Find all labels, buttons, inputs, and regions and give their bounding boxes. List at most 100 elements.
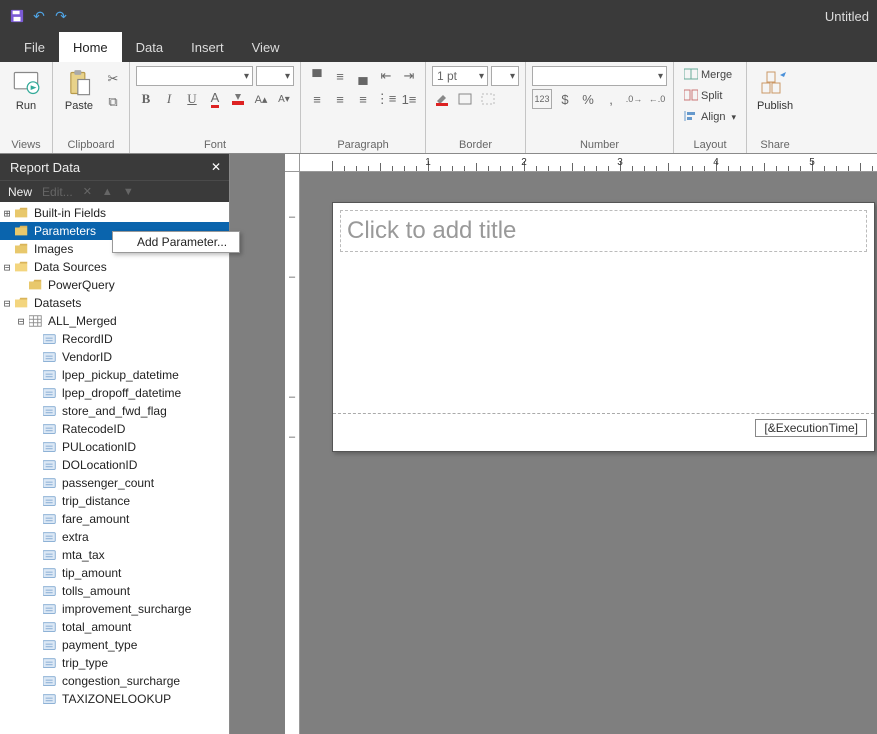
tree-field-recordid[interactable]: RecordID [0, 330, 229, 348]
tree-all-merged-icon [28, 314, 44, 328]
tree-field-pulocationid[interactable]: PULocationID [0, 438, 229, 456]
tree-field-total_amount[interactable]: total_amount [0, 618, 229, 636]
design-canvas[interactable]: 12345 –––– Click to add title [&Executio… [230, 154, 877, 734]
title-textbox[interactable]: Click to add title [340, 210, 867, 252]
tree-field-tolls_amount[interactable]: tolls_amount [0, 582, 229, 600]
tree-label: Data Sources [32, 260, 109, 274]
report-data-tree[interactable]: ⊞Built-in FieldsParametersImages⊟Data So… [0, 202, 229, 734]
tree-field-store_and_fwd_flag[interactable]: store_and_fwd_flag [0, 402, 229, 420]
align-bottom-button[interactable]: ▄ [353, 66, 373, 86]
tree-field-passenger_count[interactable]: passenger_count [0, 474, 229, 492]
tree-field-congestion_surcharge[interactable]: congestion_surcharge [0, 672, 229, 690]
font-family-combo[interactable]: ▾ [136, 66, 253, 86]
undo-icon[interactable]: ↶ [30, 7, 48, 25]
tree-field-ratecodeid[interactable]: RatecodeID [0, 420, 229, 438]
underline-button[interactable]: U [182, 89, 202, 109]
save-icon[interactable] [8, 7, 26, 25]
align-top-button[interactable]: ▀ [307, 66, 327, 86]
tree-builtin-fields-icon [14, 206, 30, 220]
border-width-combo[interactable]: 1 pt▾ [432, 66, 488, 86]
tree-field-tip_amount[interactable]: tip_amount [0, 564, 229, 582]
split-button[interactable]: Split [680, 87, 726, 105]
tree-data-sources[interactable]: ⊟ Data Sources [0, 258, 229, 276]
ribbon: Run Views Paste ✂ ⧉ Clipboard ▾ ▾ [0, 62, 877, 154]
numbering-button[interactable]: 1≡ [399, 89, 419, 109]
panel-new-button[interactable]: New [8, 185, 32, 199]
execution-time-textbox[interactable]: [&ExecutionTime] [755, 419, 867, 437]
fill-color-button[interactable] [228, 89, 248, 109]
border-color-button[interactable] [432, 89, 452, 109]
tree-field-lpep_dropoff_datetime[interactable]: lpep_dropoff_datetime [0, 384, 229, 402]
placeholder-button[interactable]: 123 [532, 89, 552, 109]
indent-button[interactable]: ⇥ [399, 66, 419, 86]
paste-label: Paste [65, 100, 93, 112]
number-format-combo[interactable]: ▾ [532, 66, 667, 86]
tab-insert[interactable]: Insert [177, 32, 238, 62]
tree-label: extra [60, 530, 91, 544]
redo-icon[interactable]: ↷ [52, 7, 70, 25]
align-button[interactable]: Align▾ [680, 108, 740, 126]
percent-button[interactable]: % [578, 89, 598, 109]
tree-toggle[interactable]: ⊟ [0, 298, 14, 309]
tab-file[interactable]: File [10, 32, 59, 62]
bold-button[interactable]: B [136, 89, 156, 109]
tree-field-mta_tax[interactable]: mta_tax [0, 546, 229, 564]
border-preset-button[interactable] [455, 89, 475, 109]
tree-field-vendorid[interactable]: VendorID [0, 348, 229, 366]
tree-field-payment_type[interactable]: payment_type [0, 636, 229, 654]
publish-button[interactable]: Publish [753, 66, 797, 114]
tree-field-fare_amount[interactable]: fare_amount [0, 510, 229, 528]
add-parameter-menuitem[interactable]: Add Parameter... [113, 232, 239, 252]
border-none-button[interactable] [478, 89, 498, 109]
increase-decimal-button[interactable]: .0→ [624, 89, 644, 109]
outdent-button[interactable]: ⇤ [376, 66, 396, 86]
shrink-font-button[interactable]: A▾ [274, 89, 294, 109]
tree-builtin-fields[interactable]: ⊞Built-in Fields [0, 204, 229, 222]
report-footer[interactable]: [&ExecutionTime] [333, 413, 874, 441]
grow-font-button[interactable]: A▴ [251, 89, 271, 109]
tree-field-taxizonelookup[interactable]: TAXIZONELOOKUP [0, 690, 229, 708]
tree-toggle[interactable]: ⊞ [0, 208, 14, 219]
tree-datasets[interactable]: ⊟Datasets [0, 294, 229, 312]
tree-toggle[interactable]: ⊟ [0, 262, 14, 273]
tree-field-lpep_pickup_datetime[interactable]: lpep_pickup_datetime [0, 366, 229, 384]
tree-field-trip_distance[interactable]: trip_distance [0, 492, 229, 510]
run-button[interactable]: Run [6, 66, 46, 114]
align-left-button[interactable]: ≡ [307, 89, 327, 109]
currency-button[interactable]: $ [555, 89, 575, 109]
thousands-button[interactable]: , [601, 89, 621, 109]
tab-home[interactable]: Home [59, 32, 122, 62]
align-middle-button[interactable]: ≡ [330, 66, 350, 86]
merge-button[interactable]: Merge [680, 66, 736, 84]
decrease-decimal-button[interactable]: ←.0 [647, 89, 667, 109]
font-color-button[interactable]: A [205, 89, 225, 109]
tree-field-dolocationid-icon [42, 458, 58, 472]
align-right-button[interactable]: ≡ [353, 89, 373, 109]
report-body[interactable] [340, 255, 867, 413]
title-placeholder: Click to add title [347, 217, 516, 245]
group-number: ▾ 123 $ % , .0→ ←.0 Number [526, 62, 674, 153]
italic-button[interactable]: I [159, 89, 179, 109]
border-style-combo[interactable]: ▾ [491, 66, 519, 86]
report-page[interactable]: Click to add title [&ExecutionTime] [332, 202, 875, 452]
tree-all-merged[interactable]: ⊟ALL_Merged [0, 312, 229, 330]
tree-powerquery[interactable]: PowerQuery [0, 276, 229, 294]
tree-field-extra[interactable]: extra [0, 528, 229, 546]
panel-edit-button: Edit... [42, 185, 73, 199]
tree-toggle[interactable]: ⊟ [14, 316, 28, 327]
panel-close-icon[interactable]: ✕ [211, 160, 221, 174]
tree-field-improvement_surcharge[interactable]: improvement_surcharge [0, 600, 229, 618]
panel-moveup-icon: ▲ [102, 186, 113, 198]
copy-icon[interactable]: ⧉ [103, 92, 123, 112]
paste-button[interactable]: Paste [59, 66, 99, 114]
cut-icon[interactable]: ✂ [103, 69, 123, 89]
tab-data[interactable]: Data [122, 32, 177, 62]
align-center-button[interactable]: ≡ [330, 89, 350, 109]
bullets-button[interactable]: ⋮≡ [376, 89, 396, 109]
font-size-combo[interactable]: ▾ [256, 66, 294, 86]
tree-field-trip_type[interactable]: trip_type [0, 654, 229, 672]
tab-view[interactable]: View [238, 32, 294, 62]
group-layout: Merge Split Align▾ Layout [674, 62, 747, 153]
tree-field-dolocationid[interactable]: DOLocationID [0, 456, 229, 474]
tree-field-improvement_surcharge-icon [42, 602, 58, 616]
